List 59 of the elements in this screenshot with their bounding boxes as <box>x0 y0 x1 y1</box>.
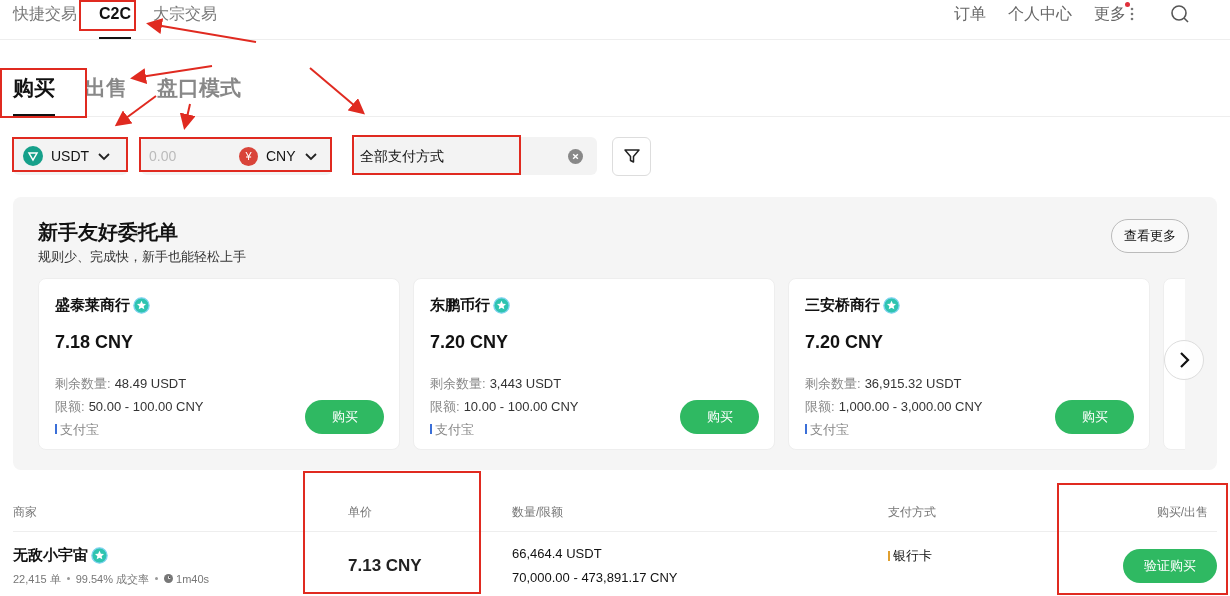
annotation-box <box>79 0 136 31</box>
limit-range: 1,000.00 - 3,000.00 CNY <box>838 397 983 416</box>
more-dots-icon[interactable] <box>1130 6 1134 21</box>
filter-button[interactable] <box>612 136 651 176</box>
merchant-name[interactable]: 三安桥商行 <box>805 294 880 317</box>
mode-tab[interactable]: 盘口模式 <box>157 72 241 116</box>
annotation-arrow <box>309 67 366 115</box>
search-icon[interactable] <box>1170 3 1190 24</box>
remaining-amount: 3,443 USDT <box>489 374 562 393</box>
limit-label: 限额: <box>805 397 835 416</box>
column-header: 支付方式 <box>888 503 937 521</box>
chevron-right-icon <box>1177 350 1191 369</box>
quantity: 66,464.4 USDT <box>512 544 603 563</box>
completion-rate: 99.54% 成交率 <box>75 571 150 587</box>
clear-icon[interactable] <box>568 148 583 164</box>
coin-icon <box>23 146 43 166</box>
average-time: 1m40s <box>176 571 210 587</box>
filter-icon <box>622 147 641 165</box>
order-count: 22,415 单 <box>13 571 61 587</box>
featured-subtitle: 规则少、完成快，新手也能轻松上手 <box>38 247 246 266</box>
nav-link[interactable]: 更多 <box>1094 1 1126 26</box>
limit-label: 限额: <box>430 397 460 416</box>
merchant-name[interactable]: 东鹏币行 <box>430 294 490 317</box>
nav-link[interactable]: 个人中心 <box>1008 1 1072 26</box>
offer-price: 7.18 CNY <box>55 330 135 354</box>
nav-tab[interactable]: 快捷交易 <box>13 0 77 39</box>
featured-title: 新手友好委托单 <box>38 219 179 245</box>
remaining-label: 剩余数量: <box>430 374 486 393</box>
limit-range: 70,000.00 - 473,891.17 CNY <box>512 568 679 587</box>
payment-method-field[interactable]: 全部支付方式 <box>354 137 597 175</box>
merchant-name[interactable]: 无敌小宇宙 <box>13 544 88 567</box>
column-header: 购买/出售 <box>1156 503 1208 521</box>
annotation-arrow <box>179 103 196 130</box>
currency-symbol-icon: ¥ <box>239 146 258 166</box>
currency-select[interactable]: CNY <box>266 145 296 167</box>
mode-tab[interactable]: 购买 <box>13 72 55 116</box>
column-header: 商家 <box>13 503 38 521</box>
remaining-label: 剩余数量: <box>55 374 111 393</box>
nav-link[interactable]: 订单 <box>954 1 986 26</box>
limit-range: 50.00 - 100.00 CNY <box>88 397 204 416</box>
remaining-amount: 48.49 USDT <box>114 374 187 393</box>
clock-icon <box>164 574 174 584</box>
payment-method: 支付宝 <box>60 420 99 439</box>
merchant-name[interactable]: 盛泰莱商行 <box>55 294 130 317</box>
offer-price: 7.20 CNY <box>805 330 885 354</box>
nav-tab[interactable]: C2C <box>99 0 131 39</box>
remaining-amount: 36,915.32 USDT <box>864 374 962 393</box>
payment-method: 支付宝 <box>810 420 849 439</box>
column-header: 数量/限额 <box>512 503 565 521</box>
payment-method: 支付宝 <box>435 420 474 439</box>
unit-price: 7.13 CNY <box>348 554 423 577</box>
view-more-button[interactable]: 查看更多 <box>1111 218 1189 253</box>
nav-tab[interactable]: 大宗交易 <box>153 0 217 39</box>
limit-range: 10.00 - 100.00 CNY <box>463 397 579 416</box>
column-header: 单价 <box>348 503 373 521</box>
payment-method: 银行卡 <box>893 546 932 565</box>
limit-label: 限额: <box>55 397 85 416</box>
remaining-label: 剩余数量: <box>805 374 861 393</box>
offer-price: 7.20 CNY <box>430 330 510 354</box>
